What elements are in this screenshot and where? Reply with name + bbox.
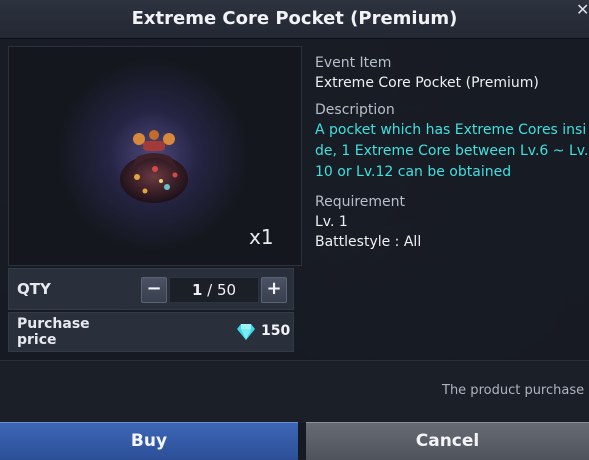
purchase-dialog: Extreme Core Pocket (Premium) ✕ x1 QTY −… (0, 0, 589, 460)
description-text: A pocket which has Extreme Cores inside,… (315, 122, 589, 180)
purchase-notice: The product purchase (0, 360, 589, 423)
quantity-separator: / (202, 281, 217, 299)
increase-quantity-button[interactable]: + (261, 277, 287, 303)
item-info: Event Item Extreme Core Pocket (Premium)… (315, 54, 589, 252)
pocket-icon (120, 130, 188, 203)
cancel-button[interactable]: Cancel (306, 422, 589, 460)
quantity-max: 50 (216, 281, 237, 299)
requirement-level: Lv. 1 (315, 214, 348, 230)
item-preview: x1 (8, 46, 302, 266)
close-icon[interactable]: ✕ (576, 2, 589, 18)
buy-button[interactable]: Buy (0, 422, 298, 460)
requirement-battlestyle: Battlestyle : All (315, 234, 422, 250)
description-label: Description (315, 102, 395, 118)
event-item-value: Extreme Core Pocket (Premium) (315, 75, 539, 91)
requirement-label: Requirement (315, 194, 406, 210)
quantity-stepper[interactable]: 1 / 50 (169, 277, 259, 303)
event-item-label: Event Item (315, 55, 392, 71)
dialog-title: Extreme Core Pocket (Premium) (131, 8, 458, 29)
quantity-badge: x1 (249, 225, 274, 249)
quantity-row: QTY − 1 / 50 + (8, 268, 294, 310)
purchase-price-row: Purchase price 150 (8, 312, 294, 352)
purchase-price-amount: 150 (261, 323, 291, 339)
purchase-price-label: Purchase price (17, 316, 90, 348)
diamond-icon (237, 324, 255, 340)
quantity-label: QTY (17, 280, 51, 298)
notice-text: The product purchase (442, 383, 585, 398)
title-bar: Extreme Core Pocket (Premium) (0, 0, 589, 39)
decrease-quantity-button[interactable]: − (141, 277, 167, 303)
quantity-current: 1 (191, 281, 203, 299)
